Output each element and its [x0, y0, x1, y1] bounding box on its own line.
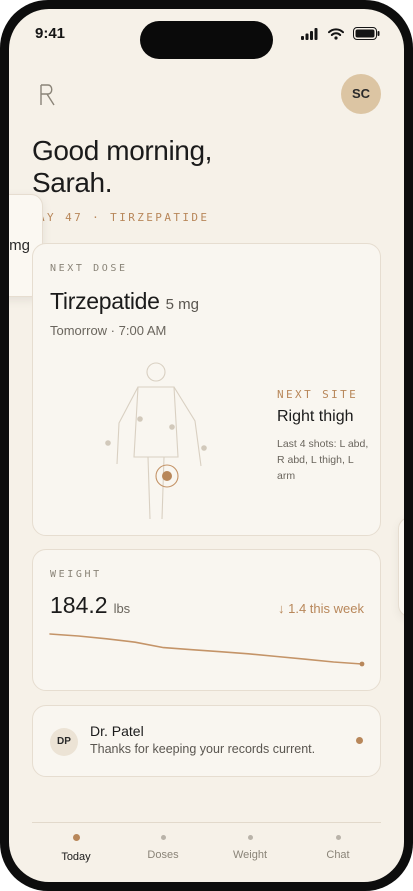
tab-doses[interactable]: Doses — [123, 823, 203, 873]
app-logo-icon — [38, 83, 58, 107]
weight-value: 184.2 lbs — [50, 592, 130, 619]
profile-avatar[interactable]: SC — [341, 74, 381, 114]
greeting-line-2: Sarah. — [32, 167, 113, 198]
weight-unit: lbs — [113, 601, 131, 616]
greeting-line-1: Good morning, — [32, 135, 213, 166]
weight-number: 184.2 — [50, 592, 108, 618]
app-screen: 9:41 SC Good morning, Sarah. AY 47 · TIR… — [9, 9, 404, 882]
weight-eyebrow: WEIGHT — [50, 569, 102, 580]
tab-label: Weight — [232, 849, 268, 861]
tab-dot-icon — [73, 834, 80, 841]
message-sender: Dr. Patel — [90, 723, 144, 739]
tab-label: Doses — [147, 849, 179, 861]
dynamic-island — [140, 21, 273, 59]
dose-time: Tomorrow · 7:00 AM — [50, 323, 167, 338]
next-dose-eyebrow: NEXT DOSE — [50, 263, 128, 274]
greeting-heading: Good morning, Sarah. — [32, 135, 332, 199]
carousel-card-text: mg — [9, 237, 30, 254]
battery-icon — [353, 27, 380, 45]
next-site-eyebrow: NEXT SITE — [277, 388, 359, 401]
status-bar: 9:41 — [9, 9, 404, 59]
message-card[interactable]: DP Dr. Patel Thanks for keeping your rec… — [32, 705, 381, 777]
carousel-card-next[interactable] — [398, 517, 404, 617]
dose-medication: Tirzepatide 5 mg — [50, 288, 199, 315]
doctor-avatar: DP — [50, 728, 78, 756]
tab-weight[interactable]: Weight — [210, 823, 290, 873]
weight-trend-line — [49, 633, 363, 665]
unread-indicator — [356, 737, 363, 744]
injection-history: Last 4 shots: L abd, R abd, L thigh, L a… — [277, 438, 369, 482]
tab-label: Today — [61, 851, 91, 863]
tab-chat[interactable]: Chat — [298, 823, 378, 873]
message-preview: Thanks for keeping your records current. — [90, 742, 316, 756]
tab-dot-icon — [248, 835, 253, 840]
status-icons — [296, 27, 380, 41]
next-dose-card[interactable]: NEXT DOSE Tirzepatide 5 mg Tomorrow · 7:0… — [32, 243, 381, 536]
bottom-tab-bar: Today Doses Weight Chat — [32, 822, 381, 873]
tab-label: Chat — [326, 849, 350, 861]
phone-frame: 9:41 SC Good morning, Sarah. AY 47 · TIR… — [0, 0, 413, 891]
signal-icon — [301, 27, 318, 45]
tab-today[interactable]: Today — [36, 823, 116, 873]
tab-dot-icon — [336, 835, 341, 840]
next-site-value: Right thigh — [277, 408, 354, 425]
treatment-day-label: AY 47 · TIRZEPATIDE — [38, 211, 210, 224]
tab-dot-icon — [161, 835, 166, 840]
medication-name: Tirzepatide — [50, 288, 160, 314]
dose-amount: 5 mg — [165, 296, 199, 313]
wifi-icon — [327, 27, 344, 45]
status-time: 9:41 — [35, 25, 66, 42]
weight-trend-chart — [49, 633, 365, 667]
weight-card[interactable]: WEIGHT 184.2 lbs ↓ 1.4 this week — [32, 549, 381, 691]
weight-trend-end-dot — [359, 661, 365, 667]
weight-change: ↓ 1.4 this week — [278, 601, 364, 616]
injection-site-body-map[interactable] — [91, 361, 221, 523]
